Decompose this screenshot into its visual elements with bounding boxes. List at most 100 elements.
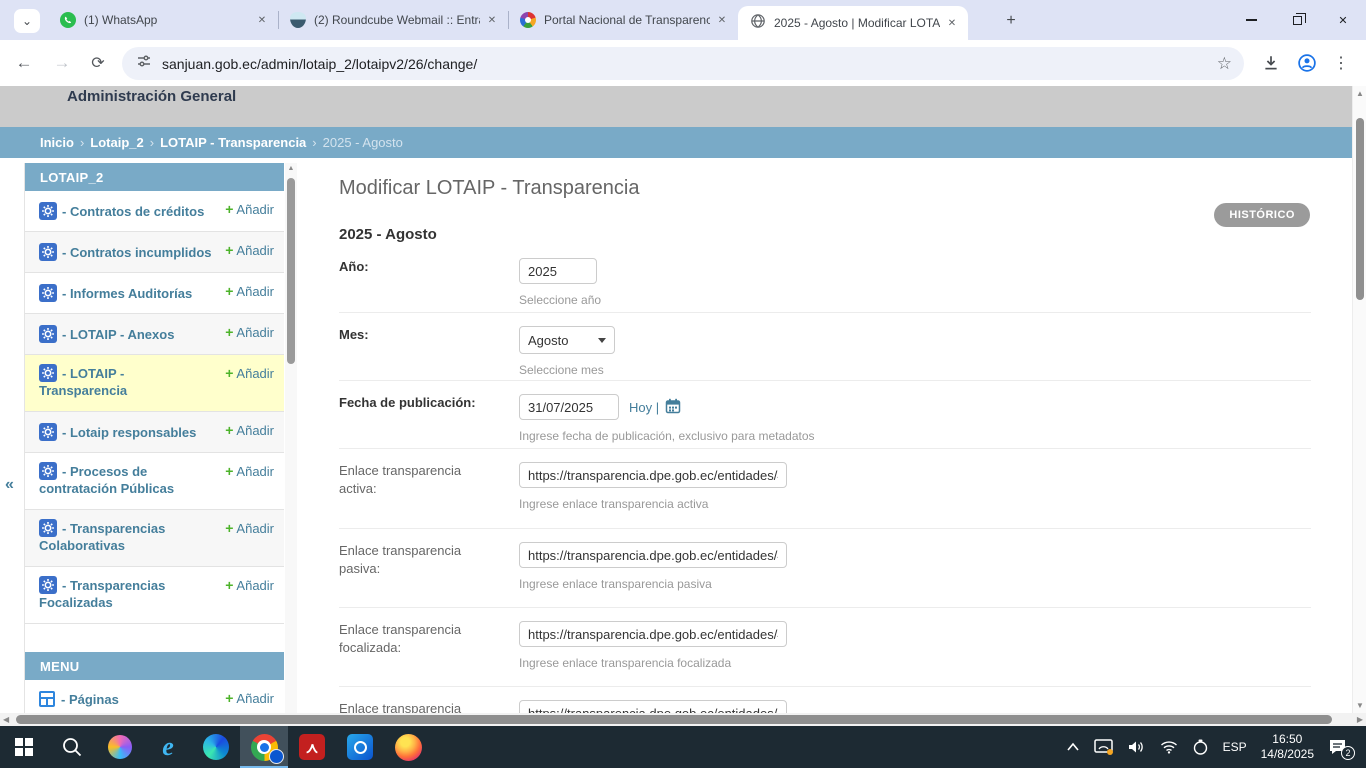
new-tab-button[interactable]: +: [1000, 10, 1022, 32]
sidebar-item-lotaip-transparencia-selected[interactable]: - LOTAIP - Transparencia +Añadir: [25, 355, 284, 412]
scroll-up-icon[interactable]: ▲: [285, 165, 297, 172]
bookmark-star-icon[interactable]: ☆: [1217, 54, 1232, 74]
page-horizontal-scrollbar[interactable]: ◀ ▶: [0, 713, 1366, 726]
url-text[interactable]: sanjuan.gob.ec/admin/lotaip_2/lotaipv2/2…: [162, 56, 1217, 72]
vertical-scrollbar-thumb[interactable]: [1356, 118, 1364, 300]
scroll-down-icon[interactable]: ▼: [1353, 701, 1366, 710]
back-button[interactable]: ←: [12, 51, 36, 75]
chevron-down-icon: ⌄: [22, 14, 32, 28]
sidebar-item-paginas[interactable]: - Páginas +Añadir: [25, 680, 284, 713]
sidebar-item-contratos-incumplidos[interactable]: - Contratos incumplidos +Añadir: [25, 232, 284, 273]
tab-whatsapp[interactable]: (1) WhatsApp ✕: [48, 0, 278, 40]
tab-search-button[interactable]: ⌄: [14, 9, 40, 33]
outlook-button[interactable]: [336, 726, 384, 768]
browser-tab-strip: ⌄ (1) WhatsApp ✕ (2) Roundcube Webmail :…: [0, 0, 1366, 40]
mes-select[interactable]: Agosto: [519, 326, 615, 354]
add-link[interactable]: +Añadir: [225, 577, 274, 593]
enlace-extra-input[interactable]: [519, 700, 787, 713]
sidebar-collapse-toggle[interactable]: «: [5, 476, 14, 494]
sidebar-item-label: - Procesos de contratación Públicas: [39, 464, 174, 496]
plus-icon: +: [225, 463, 233, 479]
enlace-focalizada-input[interactable]: [519, 621, 787, 647]
add-link[interactable]: +Añadir: [225, 422, 274, 438]
reload-button[interactable]: ⟳: [86, 51, 110, 75]
add-link[interactable]: +Añadir: [225, 324, 274, 340]
browser-menu-icon[interactable]: ⋮: [1328, 50, 1354, 76]
calendar-icon[interactable]: [665, 398, 681, 417]
add-link[interactable]: +Añadir: [225, 690, 274, 706]
wifi-icon[interactable]: [1160, 740, 1178, 754]
start-button[interactable]: [0, 726, 48, 768]
tab-active-lotaip[interactable]: 2025 - Agosto | Modificar LOTA ✕: [738, 6, 968, 40]
enlace-activa-input[interactable]: [519, 462, 787, 488]
sidebar-item-informes-auditorias[interactable]: - Informes Auditorías +Añadir: [25, 273, 284, 314]
anio-input[interactable]: [519, 258, 597, 284]
pages-icon: [39, 691, 55, 707]
tray-expand-icon[interactable]: [1066, 742, 1080, 752]
edge-button[interactable]: [192, 726, 240, 768]
scroll-left-icon[interactable]: ◀: [3, 715, 9, 724]
breadcrumb-separator: ›: [80, 135, 84, 150]
sidebar-item-procesos-contratacion[interactable]: - Procesos de contratación Públicas +Aña…: [25, 453, 284, 510]
add-link[interactable]: +Añadir: [225, 463, 274, 479]
add-link[interactable]: +Añadir: [225, 201, 274, 217]
add-link[interactable]: +Añadir: [225, 242, 274, 258]
today-link[interactable]: Hoy |: [629, 400, 659, 415]
breadcrumb-home[interactable]: Inicio: [40, 135, 74, 150]
enlace-pasiva-input[interactable]: [519, 542, 787, 568]
scroll-up-icon[interactable]: ▲: [1353, 89, 1366, 98]
horizontal-scrollbar-thumb[interactable]: [16, 715, 1332, 724]
page-vertical-scrollbar[interactable]: ▲ ▼: [1352, 86, 1366, 713]
sidebar-item-contratos-creditos[interactable]: - Contratos de créditos +Añadir: [25, 191, 284, 232]
copilot-button[interactable]: [96, 726, 144, 768]
breadcrumb-app[interactable]: Lotaip_2: [90, 135, 143, 150]
field-label-fecha: Fecha de publicación:: [339, 394, 519, 448]
add-link[interactable]: +Añadir: [225, 283, 274, 299]
close-tab-icon[interactable]: ✕: [714, 12, 730, 28]
taskbar-search-button[interactable]: [48, 726, 96, 768]
address-bar[interactable]: sanjuan.gob.ec/admin/lotaip_2/lotaipv2/2…: [122, 47, 1244, 80]
tab-roundcube[interactable]: (2) Roundcube Webmail :: Entra ✕: [278, 0, 508, 40]
site-settings-icon: [136, 53, 152, 74]
tabs-container: (1) WhatsApp ✕ (2) Roundcube Webmail :: …: [48, 0, 968, 40]
sidebar-item-transparencias-focalizadas[interactable]: - Transparencias Focalizadas +Añadir: [25, 567, 284, 624]
window-restore-button[interactable]: [1274, 0, 1320, 40]
profile-button[interactable]: [1294, 50, 1320, 76]
scroll-right-icon[interactable]: ▶: [1357, 715, 1363, 724]
field-label-mes: Mes:: [339, 326, 519, 380]
notifications-button[interactable]: 2: [1328, 738, 1348, 756]
roundcube-icon: [290, 12, 306, 28]
close-tab-icon[interactable]: ✕: [484, 12, 500, 28]
add-link[interactable]: +Añadir: [225, 365, 274, 381]
sidebar-item-lotaip-responsables[interactable]: - Lotaip responsables +Añadir: [25, 412, 284, 453]
sidebar-scrollbar-thumb[interactable]: [287, 178, 295, 364]
close-tab-icon[interactable]: ✕: [944, 15, 960, 31]
language-indicator[interactable]: ESP: [1223, 740, 1247, 754]
window-controls: ✕: [1228, 0, 1366, 40]
acrobat-button[interactable]: [288, 726, 336, 768]
sidebar-item-lotaip-anexos[interactable]: - LOTAIP - Anexos +Añadir: [25, 314, 284, 355]
fecha-input[interactable]: [519, 394, 619, 420]
close-tab-icon[interactable]: ✕: [254, 12, 270, 28]
sidebar-item-transparencias-colaborativas[interactable]: - Transparencias Colaborativas +Añadir: [25, 510, 284, 567]
breadcrumb-model[interactable]: LOTAIP - Transparencia: [160, 135, 306, 150]
tab-portal-transparencia[interactable]: Portal Nacional de Transparenci ✕: [508, 0, 738, 40]
window-minimize-button[interactable]: [1228, 0, 1274, 40]
firefox-button[interactable]: [384, 726, 432, 768]
taskbar-clock[interactable]: 16:50 14/8/2025: [1261, 732, 1314, 762]
internet-explorer-button[interactable]: e: [144, 726, 192, 768]
add-label: Añadir: [236, 284, 274, 299]
sidebar-scrollbar[interactable]: ▲: [285, 163, 297, 713]
plus-icon: +: [225, 201, 233, 217]
historico-button[interactable]: HISTÓRICO: [1214, 203, 1310, 227]
meet-now-icon[interactable]: [1192, 739, 1209, 756]
chrome-button-active[interactable]: [240, 726, 288, 768]
site-header-link[interactable]: Administración General: [67, 88, 236, 105]
volume-icon[interactable]: [1128, 739, 1146, 755]
add-link[interactable]: +Añadir: [225, 520, 274, 536]
forward-button[interactable]: →: [50, 51, 74, 75]
display-cast-icon[interactable]: [1094, 739, 1114, 755]
downloads-button[interactable]: [1258, 50, 1284, 76]
field-row-enlace-pasiva: Enlace transparencia pasiva: Ingrese enl…: [339, 529, 1311, 608]
window-close-button[interactable]: ✕: [1320, 0, 1366, 40]
